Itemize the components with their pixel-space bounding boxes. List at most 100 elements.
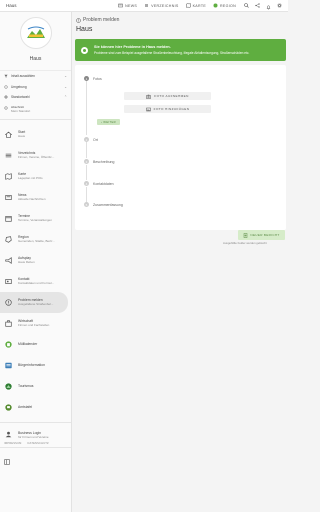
step-ort[interactable]: 2 Ort <box>84 137 98 142</box>
sidebar-item-sub: Aktuelle Nachrichten <box>18 197 46 201</box>
sidebar-item-sub: Gemeinden, Städte, Bezir... <box>18 239 55 243</box>
sidebar-divider <box>0 446 71 448</box>
sidebar-item-region[interactable]: Region Gemeinden, Städte, Bezir... <box>0 229 71 250</box>
sidebar-item-problem-melden[interactable]: Problem melden Ausgefallene Straßenbel... <box>0 291 68 313</box>
image-icon <box>145 107 151 111</box>
breadcrumb-label: Problem melden <box>83 17 120 23</box>
trash-calendar-icon <box>4 340 12 348</box>
step-beschreibung[interactable]: 3 Beschreibung <box>84 159 114 164</box>
sidebar-item-amtstafel[interactable]: Amtstafel <box>0 397 71 418</box>
new-report-button[interactable]: NEUER BERICHT <box>238 230 285 240</box>
sidebar-item-verzeichnis[interactable]: Verzeichnis Firmen, Vereine, Öffentlic... <box>0 145 71 166</box>
search-icon[interactable] <box>244 3 249 8</box>
filter-inhalt[interactable]: Inhalt auswählen ⌄ <box>0 71 71 82</box>
sidebar-item-sub: Firmen, Vereine, Öffentlic... <box>18 155 55 159</box>
take-photo-button[interactable]: FOTO AUFNEHMEN <box>124 92 211 100</box>
step-number: 2 <box>84 137 89 142</box>
sidebar-item-sub: Firmen und Fachstellen <box>18 323 50 327</box>
banner-text: Probleme sind zum Beispiel ausgefallene … <box>94 50 250 55</box>
step-zusammenfassung[interactable]: 5 Zusammenfassung <box>84 202 123 207</box>
sidebar-item-sub: für Firmen und Vereine <box>18 434 49 439</box>
newspaper-icon <box>118 3 123 8</box>
filter-standortwahl[interactable]: Standortwahl ⌃ <box>0 92 71 103</box>
impressum-link[interactable]: IMPRESSUM <box>4 442 22 445</box>
top-bar-brand[interactable]: Haus <box>6 3 17 8</box>
sidebar-item-buergerinformation[interactable]: Bürgerinformation <box>0 355 71 376</box>
map-icon <box>4 172 12 180</box>
step-number: 4 <box>84 181 89 186</box>
economy-icon <box>4 319 12 327</box>
location-sub: Mein Standort <box>11 108 31 113</box>
info-banner: Sie können hier Probleme in Haus melden.… <box>75 39 286 61</box>
home-icon <box>4 131 12 138</box>
sidebar-item-sub: Haus <box>18 134 26 138</box>
banner-heading: Sie können hier Probleme in Haus melden. <box>94 45 171 50</box>
step-kontaktdaten[interactable]: 4 Kontaktdaten <box>84 181 114 186</box>
step-label: Zusammenfassung <box>93 202 123 207</box>
take-photo-label: FOTO AUFNEHMEN <box>154 94 189 98</box>
new-report-hint: Ausgefüllte Felder werden gelöscht <box>223 241 267 245</box>
sidebar-item-kontakt[interactable]: Kontakt Kontaktdaten und Formul... <box>0 271 71 292</box>
top-nav-region-label: REGION <box>220 3 236 8</box>
top-nav-news-label: NEWS <box>125 3 138 8</box>
collapse-sidebar-button[interactable] <box>0 452 71 470</box>
main-content: Problem melden Haus Sie können hier Prob… <box>73 12 288 512</box>
contact-icon <box>4 278 12 284</box>
region-icon <box>213 3 218 8</box>
camera-icon <box>146 94 152 99</box>
crosshair-icon <box>4 95 8 100</box>
tourism-icon <box>4 382 12 390</box>
app-logo[interactable] <box>19 17 52 49</box>
chevron-down-icon: ⌄ <box>64 84 67 89</box>
share-icon[interactable] <box>255 3 260 8</box>
sidebar-item-aufsplay[interactable]: Aufsplay Haus Reben <box>0 250 71 271</box>
region-icon <box>4 235 12 243</box>
list-icon <box>5 153 11 157</box>
target-icon <box>4 105 8 110</box>
filter-umgebung-label: Umgebung <box>11 84 27 89</box>
sidebar-item-wirtschaft[interactable]: Wirtschaft Firmen und Fachstellen <box>0 313 71 334</box>
next-button[interactable]: › WEITER <box>97 119 120 125</box>
location-selector[interactable]: Abschnitt Mein Standort <box>0 103 71 115</box>
datenschutz-link[interactable]: DATENSCHUTZ <box>28 442 49 445</box>
alert-icon <box>4 298 12 306</box>
megaphone-icon <box>4 256 12 264</box>
info-icon <box>81 46 88 54</box>
sidebar-item-sub: Termine, Veranstaltungen <box>18 218 53 222</box>
newspaper-icon <box>4 194 12 200</box>
new-document-icon <box>244 232 248 238</box>
sidebar-title: Haus <box>29 56 42 62</box>
top-nav-karte[interactable]: KARTE <box>185 3 207 8</box>
sidebar-item-news[interactable]: News Aktuelle Nachrichten <box>0 187 71 208</box>
arrow-right-icon: › <box>101 120 103 124</box>
top-nav-news[interactable]: NEWS <box>118 3 137 8</box>
sidebar-item-label: Bürgerinformation <box>18 363 45 367</box>
sidebar-item-tourismus[interactable]: Tourismus <box>0 376 71 397</box>
sidebar-item-karte[interactable]: Karte Lageplan mit POIs <box>0 166 71 187</box>
add-photo-button[interactable]: FOTO HINZUFÜGEN <box>124 105 211 113</box>
step-connector <box>86 187 87 202</box>
business-login-icon <box>5 431 11 438</box>
bell-icon <box>266 5 271 10</box>
step-fotos[interactable]: 1 Fotos <box>84 76 102 81</box>
top-nav-region[interactable]: REGION <box>213 3 236 8</box>
step-number: 1 <box>84 76 89 81</box>
sidebar-divider <box>0 118 71 120</box>
map-icon <box>185 3 191 8</box>
settings-icon[interactable] <box>277 3 282 8</box>
sidebar-divider <box>0 421 71 423</box>
sidebar-item-sub: Lageplan mit POIs <box>18 176 43 180</box>
top-nav-verzeichnis[interactable]: VERZEICHNIS <box>144 3 178 8</box>
sidebar-item-sub: Haus Reben <box>18 260 35 264</box>
step-connector <box>86 81 87 135</box>
sidebar-item-termine[interactable]: Termine Termine, Veranstaltungen <box>0 208 71 229</box>
sidebar-item-start[interactable]: Start Haus <box>0 124 71 145</box>
location-title: Abschnitt <box>11 104 24 109</box>
alert-icon <box>76 17 81 23</box>
top-nav-karte-label: KARTE <box>192 3 207 8</box>
sidebar-item-muellkalender[interactable]: Müllkalender <box>0 334 71 355</box>
sidebar-item-business-login[interactable]: Business Login für Firmen und Vereine <box>0 427 71 443</box>
filter-umgebung[interactable]: Umgebung ⌄ <box>0 82 71 93</box>
list-icon <box>145 4 149 7</box>
report-stepper: 1 Fotos FOTO AUFNEHMEN FOTO HINZUFÜGEN ›… <box>75 65 286 230</box>
